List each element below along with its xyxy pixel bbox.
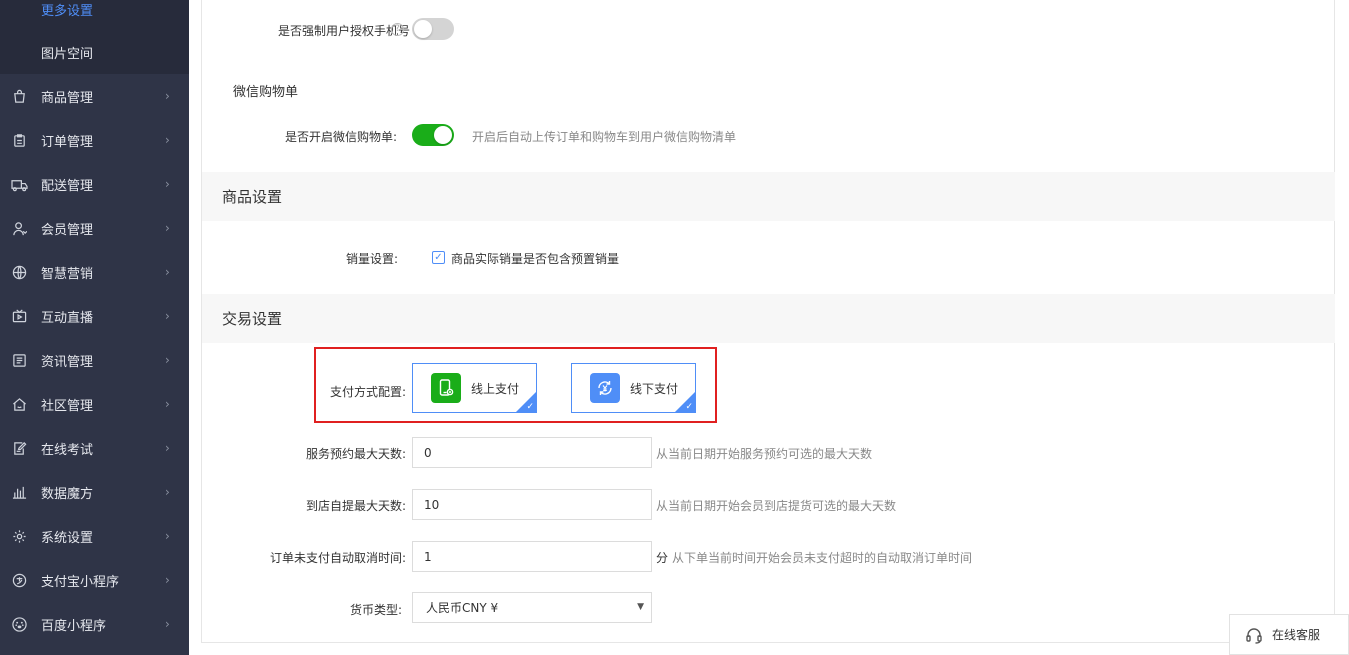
chevron-right-icon: ›	[165, 485, 170, 499]
sidebar-item-goods[interactable]: 商品管理 ›	[0, 74, 189, 118]
sidebar-item-orders[interactable]: 订单管理 ›	[0, 118, 189, 162]
home-icon	[10, 395, 28, 413]
check-icon: ✓	[685, 402, 693, 412]
force-phone-label: 是否强制用户授权手机号	[277, 24, 410, 38]
switch-knob	[414, 20, 432, 38]
sales-setting-label: 销量设置:	[345, 252, 398, 266]
sidebar-item-alipay-miniapp[interactable]: 支付宝小程序 ›	[0, 558, 189, 602]
force-phone-switch[interactable]	[412, 18, 454, 40]
currency-selected-value: 人民币CNY ¥	[426, 601, 499, 615]
pay-method-label: 支付方式配置:	[329, 385, 406, 399]
sidebar-item-label: 数据魔方	[41, 486, 94, 502]
settings-panel: 是否强制用户授权手机号 ? 微信购物单 是否开启微信购物单: 开启后自动上传订单…	[201, 0, 1335, 643]
check-icon: ✓	[526, 402, 534, 412]
sidebar-item-label: 在线考试	[41, 442, 94, 458]
wechat-cart-switch[interactable]	[412, 124, 454, 146]
sidebar-item-system-settings[interactable]: 系统设置 ›	[0, 514, 189, 558]
sidebar-item-label: 互动直播	[41, 310, 94, 326]
phone-pay-icon	[431, 373, 461, 403]
online-service-label: 在线客服	[1272, 628, 1321, 642]
sales-include-preset-label[interactable]: 商品实际销量是否包含预置销量	[451, 250, 619, 267]
sidebar-item-data-cube[interactable]: 数据魔方 ›	[0, 470, 189, 514]
sidebar-item-label: 智慧营销	[41, 266, 94, 282]
sidebar-item-label: 商品管理	[41, 90, 94, 106]
sidebar-item-community[interactable]: 社区管理 ›	[0, 382, 189, 426]
sidebar-item-news[interactable]: 资讯管理 ›	[0, 338, 189, 382]
baidu-paw-icon	[10, 615, 28, 633]
globe-icon	[10, 263, 28, 281]
chevron-right-icon: ›	[165, 177, 170, 191]
shopping-bag-icon	[10, 87, 28, 105]
section-title: 商品设置	[222, 188, 283, 206]
chevron-right-icon: ›	[165, 221, 170, 235]
pickup-days-label: 到店自提最大天数:	[305, 499, 406, 513]
auto-cancel-input[interactable]	[412, 541, 652, 572]
sidebar-subitem-more-settings[interactable]: 更多设置	[41, 0, 93, 19]
headset-icon	[1245, 626, 1263, 644]
currency-label: 货币类型:	[349, 603, 402, 617]
chevron-right-icon: ›	[165, 309, 170, 323]
sidebar-item-label: 支付宝小程序	[41, 574, 120, 590]
currency-select[interactable]: 人民币CNY ¥ ▼	[412, 592, 652, 623]
pay-option-label: 线上支付	[471, 381, 520, 396]
chevron-right-icon: ›	[165, 617, 170, 631]
pickup-days-hint: 从当前日期开始会员到店提货可选的最大天数	[656, 499, 897, 513]
service-days-label: 服务预约最大天数:	[305, 447, 406, 461]
chevron-right-icon: ›	[165, 353, 170, 367]
edit-doc-icon	[10, 439, 28, 457]
sidebar-submenu: 更多设置 图片空间	[0, 0, 189, 74]
auto-cancel-hint: 从下单当前时间开始会员未支付超时的自动取消订单时间	[672, 551, 973, 565]
chevron-right-icon: ›	[165, 573, 170, 587]
sidebar-item-label: 会员管理	[41, 222, 94, 238]
caret-down-icon: ▼	[637, 602, 644, 612]
service-days-hint: 从当前日期开始服务预约可选的最大天数	[656, 447, 873, 461]
trade-section-header: 交易设置	[202, 294, 1335, 343]
goods-section-header: 商品设置	[202, 172, 1335, 221]
truck-icon	[10, 175, 28, 193]
gear-icon	[10, 527, 28, 545]
section-title: 交易设置	[222, 310, 283, 328]
chart-bars-icon	[10, 483, 28, 501]
news-icon	[10, 351, 28, 369]
sidebar-subitem-image-space[interactable]: 图片空间	[41, 43, 93, 62]
sidebar-item-baidu-miniapp[interactable]: 百度小程序 ›	[0, 602, 189, 646]
sidebar-item-marketing[interactable]: 智慧营销 ›	[0, 250, 189, 294]
pay-option-offline[interactable]: 线下支付 ✓	[571, 363, 696, 413]
chevron-right-icon: ›	[165, 89, 170, 103]
cash-yen-icon	[590, 373, 620, 403]
sidebar-item-label: 系统设置	[41, 530, 94, 546]
sidebar-item-label: 订单管理	[41, 134, 94, 150]
chevron-right-icon: ›	[165, 397, 170, 411]
sidebar-item-delivery[interactable]: 配送管理 ›	[0, 162, 189, 206]
pay-option-label: 线下支付	[630, 381, 679, 396]
help-icon[interactable]: ?	[391, 23, 404, 36]
pickup-days-input[interactable]	[412, 489, 652, 520]
user-icon	[10, 219, 28, 237]
sidebar-item-label: 百度小程序	[41, 618, 107, 634]
pay-option-online[interactable]: 线上支付 ✓	[412, 363, 537, 413]
auto-cancel-label: 订单未支付自动取消时间:	[269, 551, 406, 565]
alipay-icon	[10, 571, 28, 589]
wechat-cart-label: 是否开启微信购物单:	[284, 130, 397, 144]
sidebar-item-label: 社区管理	[41, 398, 94, 414]
chevron-right-icon: ›	[165, 529, 170, 543]
sales-include-preset-checkbox[interactable]: ✓	[432, 251, 445, 264]
sidebar-item-live[interactable]: 互动直播 ›	[0, 294, 189, 338]
service-days-input[interactable]	[412, 437, 652, 468]
tv-icon	[10, 307, 28, 325]
clipboard-icon	[10, 131, 28, 149]
sidebar: 更多设置 图片空间 商品管理 › 订单管理 › 配送管理 › 会员管理 › 智慧…	[0, 0, 189, 655]
chevron-right-icon: ›	[165, 265, 170, 279]
sidebar-item-label: 配送管理	[41, 178, 94, 194]
chevron-right-icon: ›	[165, 133, 170, 147]
wechat-cart-hint: 开启后自动上传订单和购物车到用户微信购物清单	[472, 130, 737, 144]
online-service-button[interactable]: 在线客服	[1229, 614, 1349, 655]
sidebar-item-label: 资讯管理	[41, 354, 94, 370]
auto-cancel-unit: 分	[656, 551, 669, 565]
wechat-cart-title: 微信购物单	[233, 85, 299, 100]
switch-knob	[434, 126, 452, 144]
sidebar-item-members[interactable]: 会员管理 ›	[0, 206, 189, 250]
sidebar-item-exam[interactable]: 在线考试 ›	[0, 426, 189, 470]
chevron-right-icon: ›	[165, 441, 170, 455]
